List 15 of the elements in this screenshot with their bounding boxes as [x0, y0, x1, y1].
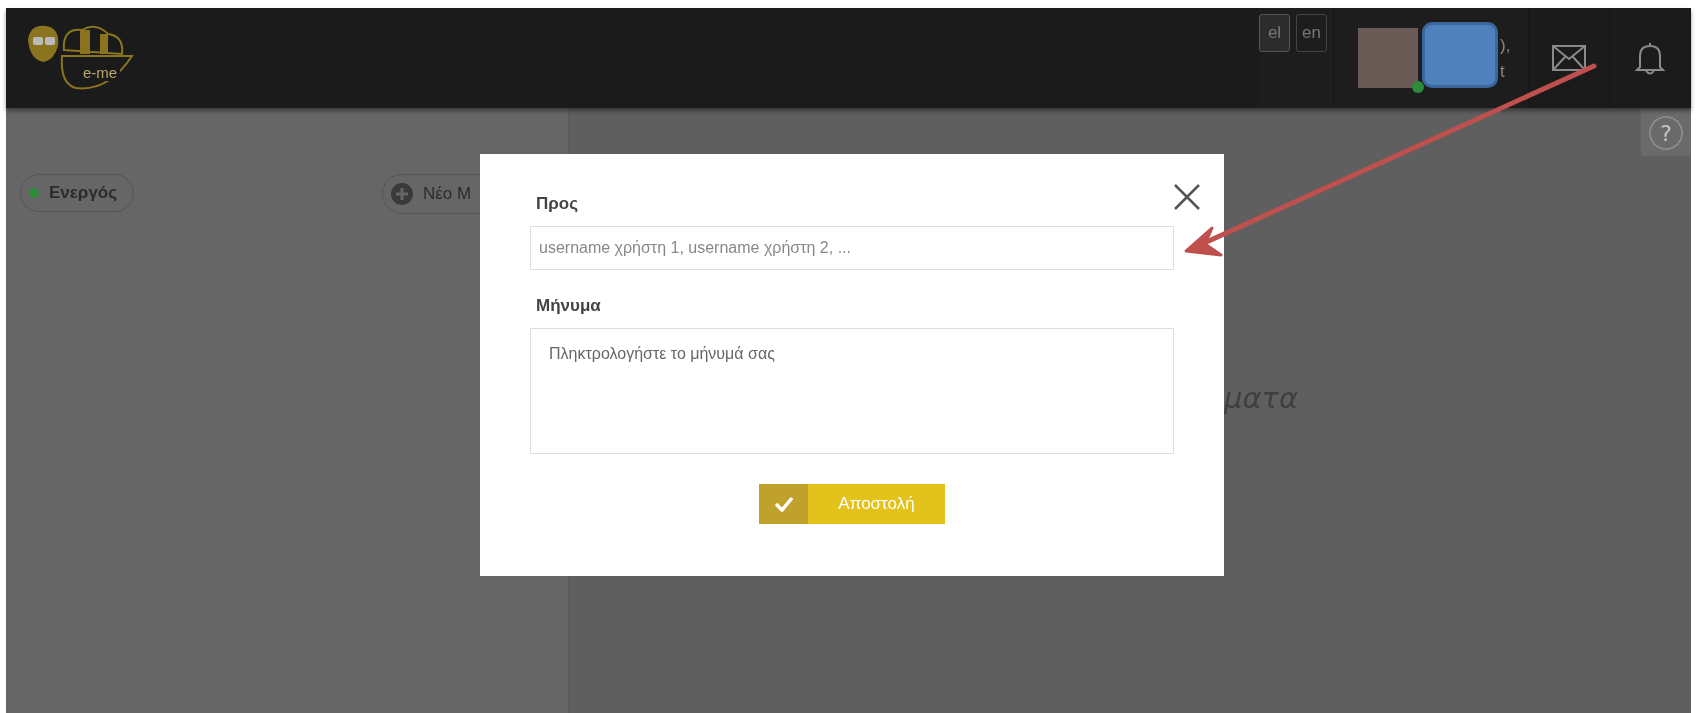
user-name-text: t [1500, 62, 1506, 82]
send-button[interactable]: Αποστολή [759, 484, 945, 524]
mail-icon[interactable] [1552, 45, 1586, 71]
language-button[interactable]: el [1259, 14, 1290, 52]
language-button[interactable]: en [1296, 14, 1327, 52]
recipient-input-field[interactable]: username χρήστη 1, username χρήστη 2, ... [530, 226, 1174, 270]
plus-icon [391, 183, 413, 205]
field-label: Μήνυμα [536, 296, 602, 316]
user-name-text: ), [1500, 36, 1511, 56]
notification-bell-icon[interactable] [1634, 41, 1666, 75]
help-button[interactable]: ? [1641, 110, 1691, 156]
checkmark-icon [773, 496, 794, 512]
close-icon[interactable] [1174, 184, 1200, 210]
message-input-field[interactable]: Πληκτρολογήστε το μήνυμά σας [530, 328, 1174, 454]
status-label: Ενεργός [49, 183, 118, 203]
